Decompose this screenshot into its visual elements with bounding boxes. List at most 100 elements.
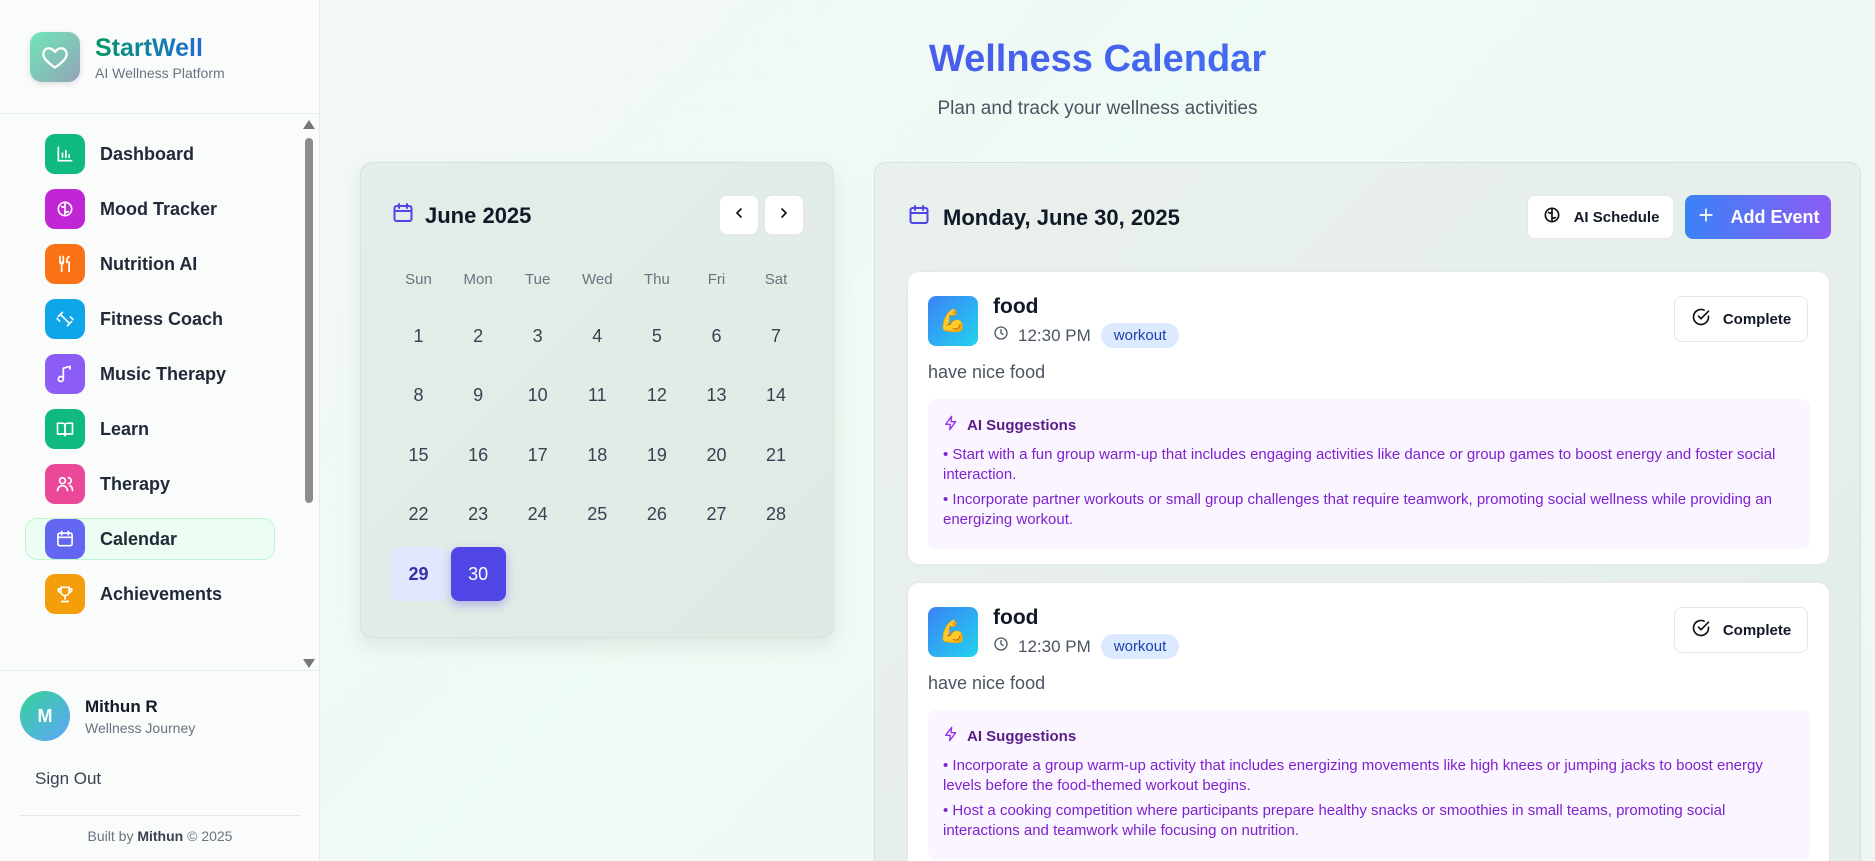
calendar-day[interactable]: 23 xyxy=(451,488,506,542)
scrollbar-thumb[interactable] xyxy=(305,138,313,503)
divider xyxy=(0,670,320,671)
sidebar-item-mood-tracker[interactable]: Mood Tracker xyxy=(25,188,275,230)
sidebar-item-learn[interactable]: Learn xyxy=(25,408,275,450)
weekday-label: Fri xyxy=(707,271,726,288)
calendar-icon xyxy=(391,201,415,230)
calendar-day[interactable]: 25 xyxy=(570,488,625,542)
calendar-empty-cell xyxy=(689,547,744,601)
event-description: have nice food xyxy=(928,362,1046,382)
calendar-grid: Sun Mon Tue Wed Thu Fri Sat 1 2 3 4 5 6 7 8 9 10 1… xyxy=(391,271,808,607)
ai-suggestions-title: AI Suggestions xyxy=(967,727,1077,745)
calendar-day[interactable]: 6 xyxy=(689,309,744,363)
event-time: 12:30 PM xyxy=(1018,636,1091,656)
calendar-day[interactable]: 30 xyxy=(450,547,506,601)
event-card[interactable]: 💪 food 12:30 PM workout have nice food C… xyxy=(907,582,1830,861)
calendar-day[interactable]: 2 xyxy=(451,309,506,363)
calendar-day[interactable]: 10 xyxy=(510,369,565,423)
calendar-day[interactable]: 17 xyxy=(510,428,565,482)
calendar-empty-cell xyxy=(570,547,625,601)
ai-suggestion-item: • Incorporate partner workouts or small … xyxy=(943,491,1772,528)
calendar-day[interactable]: 19 xyxy=(629,428,684,482)
calendar-week-row: 1234567 xyxy=(391,309,808,369)
lightning-icon xyxy=(943,726,959,746)
weekday-label: Tue xyxy=(525,271,551,288)
calendar-day[interactable]: 28 xyxy=(749,488,804,542)
divider xyxy=(0,113,320,114)
calendar-card: June 2025 Sun Mon Tue Wed Thu Fri Sat 12… xyxy=(360,162,834,638)
sidebar-item-nutrition-ai[interactable]: Nutrition AI xyxy=(25,243,275,285)
calendar-icon xyxy=(907,203,931,232)
event-category-badge: workout xyxy=(1100,323,1180,348)
sidebar-item-fitness-coach[interactable]: Fitness Coach xyxy=(25,298,275,340)
ai-suggestion-item: • Host a cooking competition where parti… xyxy=(943,802,1726,839)
complete-button[interactable]: Complete xyxy=(1674,607,1808,653)
sidebar: StartWell AI Wellness Platform Dashboard… xyxy=(0,0,320,861)
calendar-day[interactable]: 27 xyxy=(689,488,744,542)
calendar-day[interactable]: 8 xyxy=(391,369,446,423)
book-icon xyxy=(45,409,85,449)
user-subtitle: Wellness Journey xyxy=(85,719,196,736)
scroll-up-arrow-icon[interactable] xyxy=(303,120,315,129)
sidebar-scrollbar[interactable] xyxy=(302,118,316,668)
dumbbell-icon xyxy=(45,299,85,339)
calendar-day[interactable]: 24 xyxy=(510,488,565,542)
weekday-label: Thu xyxy=(643,271,670,288)
footer-author: Mithun xyxy=(137,828,184,844)
calendar-day[interactable]: 16 xyxy=(451,428,506,482)
page-title: Wellness Calendar xyxy=(320,38,1875,81)
chevron-right-icon xyxy=(776,205,792,226)
weekday-header-row: Sun Mon Tue Wed Thu Fri Sat xyxy=(391,271,808,291)
calendar-day[interactable]: 11 xyxy=(570,369,625,423)
calendar-day[interactable]: 7 xyxy=(749,309,804,363)
calendar-week-row: 8 9 10 11 12 13 14 xyxy=(391,369,808,429)
brand[interactable]: StartWell AI Wellness Platform xyxy=(30,32,225,82)
sidebar-nav: Dashboard Mood Tracker Nutrition AI Fitn… xyxy=(25,133,275,628)
calendar-day[interactable]: 20 xyxy=(689,428,744,482)
calendar-month-label: June 2025 xyxy=(425,202,532,228)
calendar-day[interactable]: 13 xyxy=(689,369,744,423)
events-panel: Monday, June 30, 2025 AI Schedule Add Ev… xyxy=(874,162,1861,861)
previous-month-button[interactable] xyxy=(719,195,759,235)
calendar-day[interactable]: 26 xyxy=(629,488,684,542)
event-card[interactable]: 💪 food 12:30 PM workout have nice food C… xyxy=(907,271,1830,565)
sidebar-item-therapy[interactable]: Therapy xyxy=(25,463,275,505)
sign-out-button[interactable]: Sign Out xyxy=(35,769,101,789)
calendar-weeks: 1 2 3 4 5 6 7 8 9 10 11 12 13 14 15 16 17 18 19 20 21 22 23 24 2… xyxy=(391,309,808,607)
scroll-down-arrow-icon[interactable] xyxy=(303,659,315,668)
calendar-day[interactable]: 1 xyxy=(391,309,446,363)
calendar-day[interactable]: 21 xyxy=(749,428,804,482)
sidebar-item-label: Learn xyxy=(100,418,150,439)
brain-icon xyxy=(45,189,85,229)
calendar-day[interactable]: 3 xyxy=(510,309,565,363)
next-month-button[interactable] xyxy=(764,195,804,235)
ai-schedule-button[interactable]: AI Schedule xyxy=(1527,195,1674,239)
sidebar-item-music-therapy[interactable]: Music Therapy xyxy=(25,353,275,395)
calendar-day[interactable]: 9 xyxy=(451,369,506,423)
ai-schedule-label: AI Schedule xyxy=(1573,208,1660,226)
calendar-day[interactable]: 12 xyxy=(629,369,684,423)
sidebar-item-label: Calendar xyxy=(100,528,178,549)
event-description: have nice food xyxy=(928,673,1046,693)
add-event-button[interactable]: Add Event xyxy=(1685,195,1831,239)
sidebar-item-label: Nutrition AI xyxy=(100,253,198,274)
calendar-day[interactable]: 29 xyxy=(391,547,446,601)
bar-chart-icon xyxy=(45,134,85,174)
calendar-day[interactable]: 14 xyxy=(749,369,804,423)
sidebar-item-calendar[interactable]: Calendar xyxy=(25,518,275,560)
sidebar-item-dashboard[interactable]: Dashboard xyxy=(25,133,275,175)
sidebar-item-label: Mood Tracker xyxy=(100,198,218,219)
event-category-badge: workout xyxy=(1100,634,1180,659)
calendar-day[interactable]: 15 xyxy=(391,428,446,482)
selected-date-label: Monday, June 30, 2025 xyxy=(943,204,1180,230)
user-name: Mithun R xyxy=(85,696,158,716)
flexed-biceps-icon: 💪 xyxy=(928,296,978,346)
chevron-left-icon xyxy=(731,205,747,226)
calendar-day[interactable]: 22 xyxy=(391,488,446,542)
complete-button[interactable]: Complete xyxy=(1674,296,1808,342)
calendar-day[interactable]: 18 xyxy=(570,428,625,482)
calendar-day[interactable]: 5 xyxy=(629,309,684,363)
sidebar-item-achievements[interactable]: Achievements xyxy=(25,573,275,615)
weekday-label: Mon xyxy=(463,271,493,288)
calendar-day[interactable]: 4 xyxy=(570,309,625,363)
user-profile[interactable]: M Mithun R Wellness Journey xyxy=(20,691,195,741)
